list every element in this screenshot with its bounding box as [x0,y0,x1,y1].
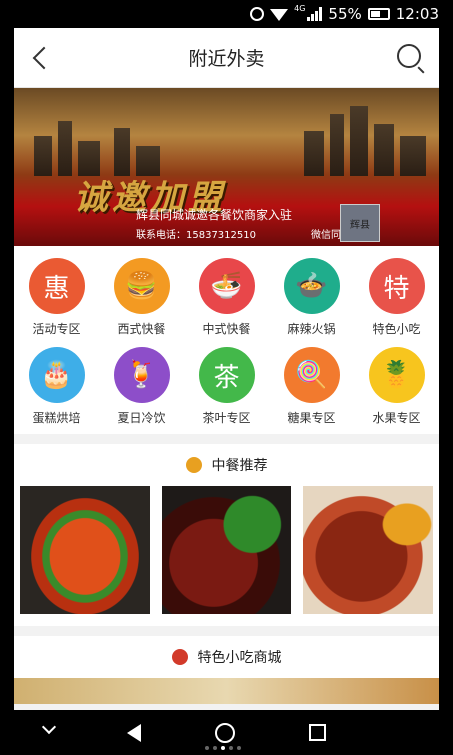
category-icon: 🍍 [368,347,425,403]
category-label: 活动专区 [32,322,81,336]
search-icon[interactable] [397,44,421,68]
category-item[interactable]: 茶 茶叶专区 [184,347,269,426]
category-grid: 惠 活动专区 🍔 西式快餐 🍜 中式快餐 🍲 麻辣火锅 特 特色小吃 🎂 蛋糕烘… [14,246,439,434]
category-label: 茶叶专区 [202,411,251,425]
category-label: 麻辣火锅 [287,322,336,336]
food-photo[interactable] [14,678,439,704]
category-item[interactable]: 🍔 西式快餐 [99,258,184,337]
chinese-food-section: 中餐推荐 [14,444,439,626]
category-item[interactable]: 🎂 蛋糕烘培 [14,347,99,426]
nav-back-icon[interactable] [127,723,141,742]
category-item[interactable]: 🍲 麻辣火锅 [269,258,354,337]
category-item[interactable]: 🍜 中式快餐 [184,258,269,337]
category-label: 水果专区 [372,411,421,425]
snack-section: 特色小吃商城 [14,636,439,704]
dish-icon [185,457,202,473]
nav-home-icon[interactable] [215,722,235,743]
section-header: 中餐推荐 [14,444,439,486]
back-icon[interactable] [32,46,56,70]
network-type: 4G [294,3,306,13]
system-nav-bar [0,710,453,755]
nav-recent-icon[interactable] [309,724,326,741]
food-photo[interactable] [303,486,434,614]
category-icon: 🍭 [283,347,340,403]
city-skyline-image [14,106,439,176]
food-photo[interactable] [20,486,150,614]
battery-icon [367,8,390,20]
category-label: 蛋糕烘培 [32,411,81,425]
category-label: 西式快餐 [117,322,166,336]
category-item[interactable]: 特 特色小吃 [354,258,439,337]
category-label: 夏日冷饮 [117,411,166,425]
page-indicator [205,746,241,750]
category-label: 糖果专区 [287,411,336,425]
section-title: 特色小吃商城 [197,650,282,666]
status-bar: 4G 55% 12:03 [0,0,453,28]
food-photo-row [14,486,439,626]
category-item[interactable]: 🍭 糖果专区 [269,347,354,426]
category-icon: 惠 [28,258,85,314]
banner-contact: 联系电话：15837312510 [136,230,256,241]
category-icon: 🎂 [28,347,85,403]
app-screen: 附近外卖 诚邀加盟 辉县同城诚邀各餐饮商家入驻 联系电话：15837312510… [14,28,439,710]
banner-logo: 辉县 [340,204,380,242]
category-icon: 🍲 [283,258,340,314]
snack-icon [171,649,188,665]
page-title: 附近外卖 [188,48,265,70]
category-icon: 特 [368,258,425,314]
category-item[interactable]: 🍍 水果专区 [354,347,439,426]
alarm-icon [250,7,265,21]
chevron-down-icon[interactable] [41,719,57,735]
category-label: 特色小吃 [372,322,421,336]
app-header: 附近外卖 [14,28,439,88]
category-icon: 茶 [198,347,255,403]
food-photo[interactable] [161,486,292,614]
clock: 12:03 [395,5,439,23]
section-title: 中餐推荐 [211,458,268,474]
section-header: 特色小吃商城 [14,636,439,678]
category-item[interactable]: 惠 活动专区 [14,258,99,337]
banner-subtitle: 辉县同城诚邀各餐饮商家入驻 [136,208,293,222]
signal-icon [307,7,323,21]
category-icon: 🍔 [113,258,170,314]
promo-banner[interactable]: 诚邀加盟 辉县同城诚邀各餐饮商家入驻 联系电话：15837312510 微信同步… [14,88,439,246]
category-icon: 🍜 [198,258,255,314]
category-icon: 🍹 [113,347,170,403]
category-item[interactable]: 🍹 夏日冷饮 [99,347,184,426]
battery-percent: 55% [328,5,362,23]
wifi-icon [270,9,289,21]
category-label: 中式快餐 [202,322,251,336]
